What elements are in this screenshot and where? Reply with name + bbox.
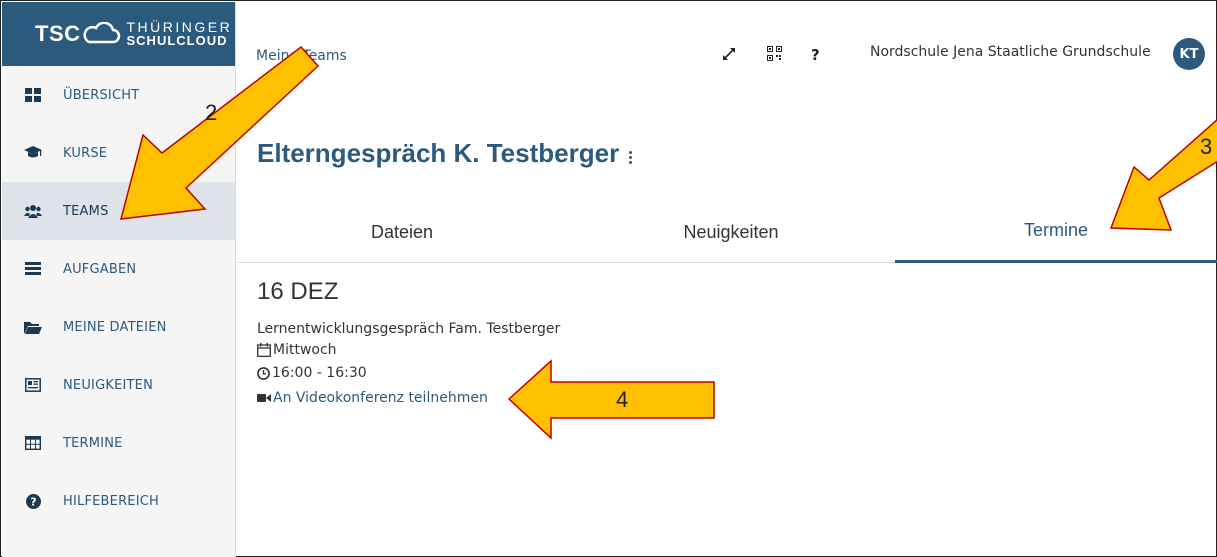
sidebar-item-label: NEUIGKEITEN <box>63 377 154 393</box>
logo-line2: SCHULCLOUD <box>126 33 228 48</box>
event-title: Lernentwicklungsgespräch Fam. Testberger <box>257 321 561 337</box>
help-icon: ? <box>24 492 42 510</box>
sidebar-item-label: ÜBERSICHT <box>63 87 140 103</box>
qr-code-icon[interactable] <box>767 46 782 65</box>
sidebar-item-termine[interactable]: TERMINE <box>2 414 235 472</box>
tasks-icon <box>24 260 42 278</box>
school-name[interactable]: Nordschule Jena Staatliche Grundschule <box>870 44 1151 60</box>
help-button[interactable]: ? <box>811 46 820 64</box>
event-time: 16:00 - 16:30 <box>272 365 367 381</box>
event-time-row: 16:00 - 16:30 <box>257 365 367 381</box>
sidebar-item-label: TEAMS <box>63 203 109 219</box>
breadcrumb[interactable]: Meine Teams <box>256 48 347 64</box>
dashboard-icon <box>24 86 42 104</box>
sidebar-item-label: TERMINE <box>63 435 123 451</box>
tab-termine[interactable]: Termine <box>895 201 1217 263</box>
sidebar: TSC THÜRINGER SCHULCLOUD ÜBERSICHT KURSE <box>2 2 236 557</box>
video-conference-link[interactable]: An Videokonferenz teilnehmen <box>257 390 488 406</box>
annotation-number-3: 3 <box>1200 134 1213 159</box>
avatar[interactable]: KT <box>1173 38 1205 70</box>
clock-icon <box>257 366 270 380</box>
tab-dateien[interactable]: Dateien <box>237 201 567 263</box>
expand-icon[interactable] <box>721 46 737 66</box>
event-date: 16 DEZ <box>257 278 339 305</box>
sidebar-item-label: MEINE DATEIEN <box>63 319 167 335</box>
app-window: TSC THÜRINGER SCHULCLOUD ÜBERSICHT KURSE <box>0 0 1217 557</box>
event-weekday: Mittwoch <box>273 342 337 358</box>
calendar-icon <box>257 343 271 357</box>
video-camera-icon <box>257 394 271 402</box>
annotation-number-2: 2 <box>205 100 218 125</box>
folder-icon <box>24 318 42 336</box>
tab-neuigkeiten[interactable]: Neuigkeiten <box>567 201 895 263</box>
sidebar-item-label: AUFGABEN <box>63 261 137 277</box>
annotation-number-4: 4 <box>616 387 629 412</box>
sidebar-item-label: KURSE <box>63 145 108 161</box>
users-icon <box>24 202 42 220</box>
svg-text:?: ? <box>30 495 36 508</box>
more-vert-icon[interactable] <box>629 151 635 165</box>
cloud-icon <box>82 22 120 44</box>
newspaper-icon <box>24 376 42 394</box>
logo-brand: THÜRINGER SCHULCLOUD <box>127 20 233 48</box>
sidebar-item-label: HILFEBEREICH <box>63 493 160 509</box>
sidebar-item-teams[interactable]: TEAMS <box>2 182 235 240</box>
logo-line1: THÜRINGER <box>126 19 233 35</box>
video-conference-label: An Videokonferenz teilnehmen <box>273 390 488 406</box>
sidebar-nav: ÜBERSICHT KURSE TEAMS AUFGABEN MEINE DAT… <box>2 66 235 530</box>
tab-bar: Dateien Neuigkeiten Termine <box>237 201 1217 263</box>
graduation-cap-icon <box>24 144 42 162</box>
sidebar-item-uebersicht[interactable]: ÜBERSICHT <box>2 66 235 124</box>
topbar: Meine Teams ? Nordschule Jena Staatliche… <box>237 2 1215 70</box>
sidebar-item-meine-dateien[interactable]: MEINE DATEIEN <box>2 298 235 356</box>
calendar-grid-icon <box>24 434 42 452</box>
logo-tsc: TSC <box>35 21 81 46</box>
sidebar-item-neuigkeiten[interactable]: NEUIGKEITEN <box>2 356 235 414</box>
sidebar-item-aufgaben[interactable]: AUFGABEN <box>2 240 235 298</box>
annotation-arrow-4 <box>507 359 715 440</box>
sidebar-item-hilfebereich[interactable]: ? HILFEBEREICH <box>2 472 235 530</box>
page-title: Elterngespräch K. Testberger <box>257 138 620 168</box>
logo[interactable]: TSC THÜRINGER SCHULCLOUD <box>2 2 235 66</box>
sidebar-item-kurse[interactable]: KURSE <box>2 124 235 182</box>
event-weekday-row: Mittwoch <box>257 342 337 358</box>
